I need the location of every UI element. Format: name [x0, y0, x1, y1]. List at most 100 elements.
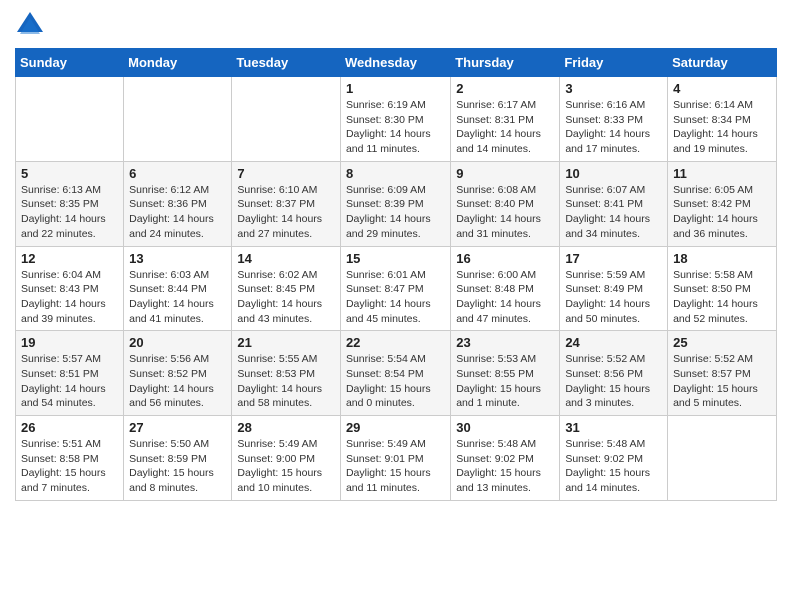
calendar-cell: 6Sunrise: 6:12 AM Sunset: 8:36 PM Daylig… [124, 161, 232, 246]
day-info: Sunrise: 6:02 AM Sunset: 8:45 PM Dayligh… [237, 268, 335, 327]
day-info: Sunrise: 6:13 AM Sunset: 8:35 PM Dayligh… [21, 183, 118, 242]
calendar-cell: 12 Sunrise: 6:04 AM Sunset: 8:43 PM Dayli… [16, 246, 124, 331]
weekday-header: Saturday [668, 49, 777, 77]
day-info: Sunrise: 6:10 AM Sunset: 8:37 PM Dayligh… [237, 183, 335, 242]
day-info: Sunrise: 5:56 AM Sunset: 8:52 PM Dayligh… [129, 352, 226, 411]
weekday-header: Friday [560, 49, 668, 77]
day-number: 25 [673, 335, 771, 350]
day-info: Sunrise: 6:17 AM Sunset: 8:31 PM Dayligh… [456, 98, 554, 157]
day-info: Sunrise: 5:52 AM Sunset: 8:56 PM Dayligh… [565, 352, 662, 411]
day-info: Sunrise: 5:51 AM Sunset: 8:58 PM Dayligh… [21, 437, 118, 496]
day-info: Sunrise: 6:04 AM Sunset: 8:43 PM Dayligh… [21, 268, 118, 327]
day-number: 11 [673, 166, 771, 181]
day-number: 12 [21, 251, 118, 266]
calendar-week-row: 12 Sunrise: 6:04 AM Sunset: 8:43 PM Dayli… [16, 246, 777, 331]
day-number: 31 [565, 420, 662, 435]
day-info: Sunrise: 6:05 AM Sunset: 8:42 PM Dayligh… [673, 183, 771, 242]
day-number: 17 [565, 251, 662, 266]
day-info: Sunrise: 5:49 AM Sunset: 9:00 PM Dayligh… [237, 437, 335, 496]
day-number: 23 [456, 335, 554, 350]
day-number: 29 [346, 420, 445, 435]
calendar-cell: 1Sunrise: 6:19 AM Sunset: 8:30 PM Daylig… [340, 77, 450, 162]
weekday-header: Wednesday [340, 49, 450, 77]
calendar-cell [124, 77, 232, 162]
calendar-week-row: 26 Sunrise: 5:51 AM Sunset: 8:58 PM Dayli… [16, 416, 777, 501]
day-info: Sunrise: 6:00 AM Sunset: 8:48 PM Dayligh… [456, 268, 554, 327]
calendar-cell: 11 Sunrise: 6:05 AM Sunset: 8:42 PM Dayli… [668, 161, 777, 246]
calendar-cell: 15Sunrise: 6:01 AM Sunset: 8:47 PM Dayli… [340, 246, 450, 331]
calendar-header: SundayMondayTuesdayWednesdayThursdayFrid… [16, 49, 777, 77]
day-info: Sunrise: 6:09 AM Sunset: 8:39 PM Dayligh… [346, 183, 445, 242]
day-info: Sunrise: 5:48 AM Sunset: 9:02 PM Dayligh… [456, 437, 554, 496]
calendar-cell: 27Sunrise: 5:50 AM Sunset: 8:59 PM Dayli… [124, 416, 232, 501]
day-number: 8 [346, 166, 445, 181]
calendar-cell: 21Sunrise: 5:55 AM Sunset: 8:53 PM Dayli… [232, 331, 341, 416]
day-number: 24 [565, 335, 662, 350]
calendar-week-row: 1Sunrise: 6:19 AM Sunset: 8:30 PM Daylig… [16, 77, 777, 162]
day-info: Sunrise: 6:07 AM Sunset: 8:41 PM Dayligh… [565, 183, 662, 242]
day-number: 28 [237, 420, 335, 435]
header [15, 10, 777, 40]
logo [15, 10, 49, 40]
day-info: Sunrise: 6:16 AM Sunset: 8:33 PM Dayligh… [565, 98, 662, 157]
day-number: 22 [346, 335, 445, 350]
calendar-week-row: 5Sunrise: 6:13 AM Sunset: 8:35 PM Daylig… [16, 161, 777, 246]
calendar-cell: 10 Sunrise: 6:07 AM Sunset: 8:41 PM Dayli… [560, 161, 668, 246]
day-info: Sunrise: 6:08 AM Sunset: 8:40 PM Dayligh… [456, 183, 554, 242]
day-info: Sunrise: 5:54 AM Sunset: 8:54 PM Dayligh… [346, 352, 445, 411]
day-number: 15 [346, 251, 445, 266]
day-info: Sunrise: 5:57 AM Sunset: 8:51 PM Dayligh… [21, 352, 118, 411]
calendar-cell: 18 Sunrise: 5:58 AM Sunset: 8:50 PM Dayli… [668, 246, 777, 331]
calendar-cell: 9 Sunrise: 6:08 AM Sunset: 8:40 PM Daylig… [451, 161, 560, 246]
day-info: Sunrise: 5:48 AM Sunset: 9:02 PM Dayligh… [565, 437, 662, 496]
day-number: 9 [456, 166, 554, 181]
calendar-cell: 29 Sunrise: 5:49 AM Sunset: 9:01 PM Dayli… [340, 416, 450, 501]
calendar-cell [232, 77, 341, 162]
day-number: 7 [237, 166, 335, 181]
day-info: Sunrise: 5:49 AM Sunset: 9:01 PM Dayligh… [346, 437, 445, 496]
day-info: Sunrise: 5:55 AM Sunset: 8:53 PM Dayligh… [237, 352, 335, 411]
weekday-header: Monday [124, 49, 232, 77]
day-number: 26 [21, 420, 118, 435]
calendar-cell: 17 Sunrise: 5:59 AM Sunset: 8:49 PM Dayli… [560, 246, 668, 331]
calendar-cell: 13Sunrise: 6:03 AM Sunset: 8:44 PM Dayli… [124, 246, 232, 331]
weekday-header: Tuesday [232, 49, 341, 77]
day-info: Sunrise: 5:53 AM Sunset: 8:55 PM Dayligh… [456, 352, 554, 411]
calendar-cell: 22 Sunrise: 5:54 AM Sunset: 8:54 PM Dayli… [340, 331, 450, 416]
calendar-cell: 23 Sunrise: 5:53 AM Sunset: 8:55 PM Dayli… [451, 331, 560, 416]
calendar-table: SundayMondayTuesdayWednesdayThursdayFrid… [15, 48, 777, 501]
day-info: Sunrise: 6:14 AM Sunset: 8:34 PM Dayligh… [673, 98, 771, 157]
calendar-page: SundayMondayTuesdayWednesdayThursdayFrid… [0, 0, 792, 516]
calendar-cell: 8 Sunrise: 6:09 AM Sunset: 8:39 PM Daylig… [340, 161, 450, 246]
day-info: Sunrise: 5:58 AM Sunset: 8:50 PM Dayligh… [673, 268, 771, 327]
day-number: 14 [237, 251, 335, 266]
calendar-week-row: 19 Sunrise: 5:57 AM Sunset: 8:51 PM Dayli… [16, 331, 777, 416]
day-info: Sunrise: 5:59 AM Sunset: 8:49 PM Dayligh… [565, 268, 662, 327]
calendar-cell: 19 Sunrise: 5:57 AM Sunset: 8:51 PM Dayli… [16, 331, 124, 416]
day-number: 18 [673, 251, 771, 266]
calendar-cell: 14 Sunrise: 6:02 AM Sunset: 8:45 PM Dayli… [232, 246, 341, 331]
day-number: 3 [565, 81, 662, 96]
day-info: Sunrise: 5:52 AM Sunset: 8:57 PM Dayligh… [673, 352, 771, 411]
day-number: 2 [456, 81, 554, 96]
weekday-header: Sunday [16, 49, 124, 77]
calendar-cell: 16 Sunrise: 6:00 AM Sunset: 8:48 PM Dayli… [451, 246, 560, 331]
calendar-cell: 25 Sunrise: 5:52 AM Sunset: 8:57 PM Dayli… [668, 331, 777, 416]
day-number: 16 [456, 251, 554, 266]
day-info: Sunrise: 6:03 AM Sunset: 8:44 PM Dayligh… [129, 268, 226, 327]
weekday-header: Thursday [451, 49, 560, 77]
calendar-cell: 4Sunrise: 6:14 AM Sunset: 8:34 PM Daylig… [668, 77, 777, 162]
day-number: 20 [129, 335, 226, 350]
day-number: 30 [456, 420, 554, 435]
calendar-body: 1Sunrise: 6:19 AM Sunset: 8:30 PM Daylig… [16, 77, 777, 501]
calendar-cell: 24 Sunrise: 5:52 AM Sunset: 8:56 PM Dayli… [560, 331, 668, 416]
calendar-cell: 31 Sunrise: 5:48 AM Sunset: 9:02 PM Dayli… [560, 416, 668, 501]
day-number: 6 [129, 166, 226, 181]
day-number: 19 [21, 335, 118, 350]
calendar-cell: 2 Sunrise: 6:17 AM Sunset: 8:31 PM Daylig… [451, 77, 560, 162]
day-info: Sunrise: 6:19 AM Sunset: 8:30 PM Dayligh… [346, 98, 445, 157]
calendar-cell: 20 Sunrise: 5:56 AM Sunset: 8:52 PM Dayli… [124, 331, 232, 416]
day-number: 10 [565, 166, 662, 181]
calendar-cell [668, 416, 777, 501]
logo-icon [15, 10, 45, 40]
